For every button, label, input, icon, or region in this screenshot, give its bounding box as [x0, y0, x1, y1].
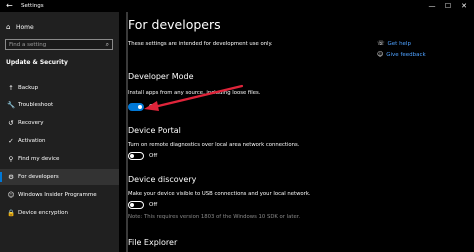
- search-icon[interactable]: ⌕: [106, 40, 109, 49]
- device-portal-heading: Device Portal: [128, 126, 181, 135]
- lock-icon: 🔒: [7, 209, 16, 217]
- sidebar-item-label: Device encryption: [18, 210, 68, 216]
- annotation-arrow: [144, 84, 244, 111]
- activation-icon: ✓: [8, 137, 14, 145]
- toggle-knob: [130, 154, 134, 158]
- sidebar-item-windows-insider[interactable]: ☺ Windows Insider Programme: [0, 187, 119, 203]
- sidebar-item-activation[interactable]: ✓ Activation: [0, 133, 119, 149]
- section-title: Update & Security: [6, 59, 68, 66]
- home-link[interactable]: ⌂ Home: [6, 23, 34, 32]
- sidebar-item-label: For developers: [18, 174, 59, 180]
- feedback-icon: ☺: [377, 51, 384, 58]
- annotation-arrow-shaft: [152, 84, 244, 109]
- search-input[interactable]: Find a setting ⌕: [5, 39, 113, 50]
- home-icon: ⌂: [6, 23, 11, 31]
- search-placeholder: Find a setting: [9, 42, 47, 48]
- recovery-icon: ↺: [8, 119, 14, 127]
- developer-icon: ⚙: [8, 173, 14, 181]
- help-icon: ☏: [377, 40, 385, 47]
- title-bar: ← Settings — ☐ ✕: [0, 0, 474, 12]
- device-portal-toggle[interactable]: [128, 152, 144, 160]
- wrench-icon: 🔧: [7, 101, 16, 109]
- sidebar-item-device-encryption[interactable]: 🔒 Device encryption: [0, 205, 119, 221]
- annotation-arrow-head: [144, 101, 159, 111]
- sidebar-item-label: Activation: [18, 138, 46, 144]
- sidebar-item-label: Windows Insider Programme: [18, 192, 97, 198]
- device-discovery-state: Off: [149, 202, 158, 208]
- sidebar-item-for-developers[interactable]: ⚙ For developers: [0, 169, 119, 185]
- device-portal-desc: Turn on remote diagnostics over local ar…: [128, 142, 300, 148]
- back-arrow-icon[interactable]: ←: [6, 1, 13, 11]
- minimize-button[interactable]: —: [425, 0, 439, 12]
- home-label: Home: [16, 24, 34, 31]
- sidebar-item-label: Find my device: [18, 156, 60, 162]
- sidebar-item-troubleshoot[interactable]: 🔧 Troubleshoot: [0, 97, 119, 113]
- file-explorer-heading: File Explorer: [128, 238, 178, 247]
- insider-icon: ☺: [7, 191, 15, 199]
- sidebar-item-label: Backup: [18, 85, 39, 91]
- close-button[interactable]: ✕: [457, 0, 471, 12]
- device-portal-state: Off: [149, 153, 158, 159]
- app-title: Settings: [21, 3, 44, 9]
- device-discovery-desc: Make your device visible to USB connecti…: [128, 191, 311, 197]
- device-discovery-heading: Device discovery: [128, 175, 197, 184]
- device-discovery-toggle[interactable]: [128, 201, 144, 209]
- sidebar-item-recovery[interactable]: ↺ Recovery: [0, 115, 119, 131]
- sidebar-item-backup[interactable]: ↑ Backup: [0, 80, 119, 96]
- get-help-link[interactable]: ☏ Get help: [377, 40, 411, 48]
- sidebar-item-find-my-device[interactable]: ⚲ Find my device: [0, 151, 119, 167]
- person-icon: ⚲: [8, 155, 14, 163]
- device-discovery-note: Note: This requires version 1803 of the …: [128, 214, 301, 220]
- maximize-button[interactable]: ☐: [441, 0, 455, 12]
- developer-mode-heading: Developer Mode: [128, 72, 194, 81]
- sidebar-item-label: Recovery: [18, 120, 44, 126]
- backup-icon: ↑: [8, 84, 14, 92]
- give-feedback-label: Give feedback: [386, 52, 426, 58]
- sidebar: ⌂ Home Find a setting ⌕ Update & Security…: [0, 12, 119, 252]
- give-feedback-link[interactable]: ☺ Give feedback: [377, 51, 426, 59]
- get-help-label: Get help: [387, 41, 411, 47]
- toggle-knob: [130, 203, 134, 207]
- page-title: For developers: [128, 17, 221, 32]
- sidebar-item-label: Troubleshoot: [18, 102, 54, 108]
- intro-text: These settings are intended for developm…: [128, 41, 273, 47]
